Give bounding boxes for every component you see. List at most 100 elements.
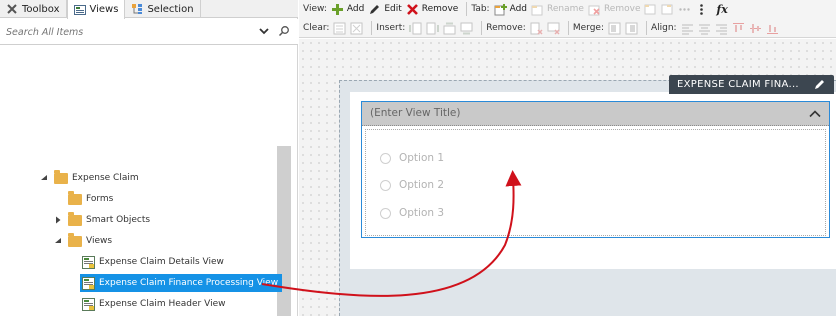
remove-column-icon — [530, 22, 543, 35]
vertical-dots-icon — [695, 3, 708, 16]
expression-button[interactable]: fx — [716, 3, 727, 16]
radio-button[interactable] — [380, 152, 391, 164]
clear-cell-button[interactable] — [333, 22, 346, 35]
horizontal-dots-icon — [678, 3, 691, 16]
more-dots-button[interactable] — [678, 3, 691, 16]
view-header[interactable]: (Enter View Title) — [362, 102, 829, 126]
tree-item-label: Expense Claim Header View — [99, 299, 226, 309]
tree-item-view[interactable]: Expense Claim Header View — [82, 295, 225, 313]
view-drop-zone[interactable]: (Enter View Title) Option 1 Option 2 Opt… — [361, 101, 830, 238]
tab-toolbox[interactable]: Toolbox — [0, 0, 67, 18]
remove-view-button[interactable]: Remove — [406, 3, 459, 16]
folder-icon — [68, 232, 82, 247]
edit-view-button[interactable]: Edit — [368, 3, 402, 16]
insert-row-above-icon — [443, 22, 456, 35]
remove-row-button[interactable] — [547, 22, 560, 35]
tree-item-views[interactable]: Views — [54, 232, 112, 250]
panel-tabs: Toolbox Views Selection — [0, 0, 298, 19]
tree-item-label: Expense Claim Finance Processing View — [99, 278, 279, 288]
design-canvas[interactable]: EXPENSE CLAIM FINA... (Enter View Title)… — [299, 39, 836, 316]
search-input[interactable] — [6, 24, 246, 40]
insert-column-left-button[interactable] — [409, 22, 422, 35]
merge-right-icon — [625, 22, 638, 35]
option-label: Option 1 — [399, 152, 445, 164]
button-label: Remove — [421, 4, 459, 14]
remove-row-icon — [547, 22, 560, 35]
remove-tab-button[interactable]: Remove — [588, 3, 641, 16]
align-right-button[interactable] — [715, 22, 728, 35]
form-name-tag[interactable]: EXPENSE CLAIM FINA... — [669, 75, 834, 94]
tab-selection[interactable]: Selection — [125, 0, 201, 18]
view-body: Option 1 Option 2 Option 3 — [365, 129, 826, 236]
align-top-button[interactable] — [732, 22, 745, 35]
view-title-placeholder[interactable]: (Enter View Title) — [370, 107, 460, 119]
merge-left-button[interactable] — [608, 22, 621, 35]
clear-group-label: Clear: — [303, 23, 330, 33]
button-label: Add — [346, 4, 365, 14]
tab-label: Toolbox — [22, 3, 60, 15]
chevron-up-icon[interactable] — [809, 108, 821, 120]
plus-icon — [331, 3, 344, 16]
radio-button[interactable] — [380, 207, 391, 219]
clear-all-icon — [350, 22, 363, 35]
wrench-cross-icon — [6, 3, 18, 15]
tree-item-smart-objects[interactable]: Smart Objects — [54, 211, 150, 229]
more-options-button[interactable] — [695, 3, 708, 16]
button-label: Remove — [603, 4, 641, 14]
radio-option[interactable]: Option 2 — [380, 177, 444, 193]
insert-row-below-button[interactable] — [460, 22, 473, 35]
tree-item-forms[interactable]: Forms — [68, 190, 113, 208]
tab-views[interactable]: Views — [66, 0, 126, 19]
left-panel: Toolbox Views Selection Search All Items… — [0, 0, 298, 316]
rename-tab-button[interactable]: Rename — [531, 3, 584, 16]
clear-all-button[interactable] — [350, 22, 363, 35]
align-right-icon — [715, 22, 728, 35]
tab-move-right-button[interactable] — [661, 3, 674, 16]
toolbar-separator — [466, 2, 468, 16]
clear-cell-icon — [333, 22, 346, 35]
insert-row-above-button[interactable] — [443, 22, 456, 35]
tab-right-icon — [661, 3, 674, 16]
tree-item-label: Smart Objects — [86, 215, 151, 225]
expanded-arrow-icon[interactable] — [40, 174, 48, 182]
align-bottom-button[interactable] — [766, 22, 779, 35]
rename-tab-icon — [531, 3, 544, 16]
add-tab-button[interactable]: Add — [494, 3, 527, 16]
search-icon[interactable] — [278, 25, 290, 37]
collapsed-arrow-icon[interactable] — [54, 216, 62, 224]
folder-icon — [54, 169, 68, 184]
remove-column-button[interactable] — [530, 22, 543, 35]
view-group-label: View: — [303, 4, 327, 14]
insert-column-right-button[interactable] — [426, 22, 440, 35]
radio-option[interactable]: Option 1 — [380, 150, 444, 166]
align-middle-button[interactable] — [749, 22, 762, 35]
form-name-label: EXPENSE CLAIM FINA... — [677, 79, 799, 90]
toolbar-separator — [481, 21, 483, 35]
tree-item-view-selected[interactable]: Expense Claim Finance Processing View — [80, 274, 283, 292]
views-icon — [73, 4, 86, 16]
toolbar-row-2: Clear: Insert: Remove: Merge: Align: — [303, 19, 783, 37]
button-label: Edit — [384, 4, 402, 14]
add-view-button[interactable]: Add — [331, 3, 364, 16]
button-label: Add — [509, 4, 528, 14]
view-icon — [82, 297, 95, 311]
align-center-button[interactable] — [698, 22, 711, 35]
insert-column-left-icon — [409, 22, 422, 35]
radio-option[interactable]: Option 3 — [380, 205, 444, 221]
align-left-button[interactable] — [681, 22, 694, 35]
radio-button[interactable] — [380, 179, 391, 191]
view-icon — [82, 276, 95, 290]
chevron-down-icon[interactable] — [258, 25, 270, 37]
view-icon — [82, 255, 95, 269]
merge-right-button[interactable] — [625, 22, 638, 35]
remove-tab-icon — [588, 3, 601, 16]
align-group-label: Align: — [650, 23, 677, 33]
tree-item-label: Expense Claim — [72, 173, 139, 183]
tab-move-left-button[interactable] — [644, 3, 657, 16]
tree-item-view[interactable]: Expense Claim Details View — [82, 253, 224, 271]
expanded-arrow-icon[interactable] — [54, 237, 62, 245]
align-center-icon — [698, 22, 711, 35]
fx-icon: fx — [716, 2, 728, 16]
tree-item-expense-claim[interactable]: Expense Claim — [40, 169, 139, 187]
pencil-icon[interactable] — [813, 78, 826, 91]
